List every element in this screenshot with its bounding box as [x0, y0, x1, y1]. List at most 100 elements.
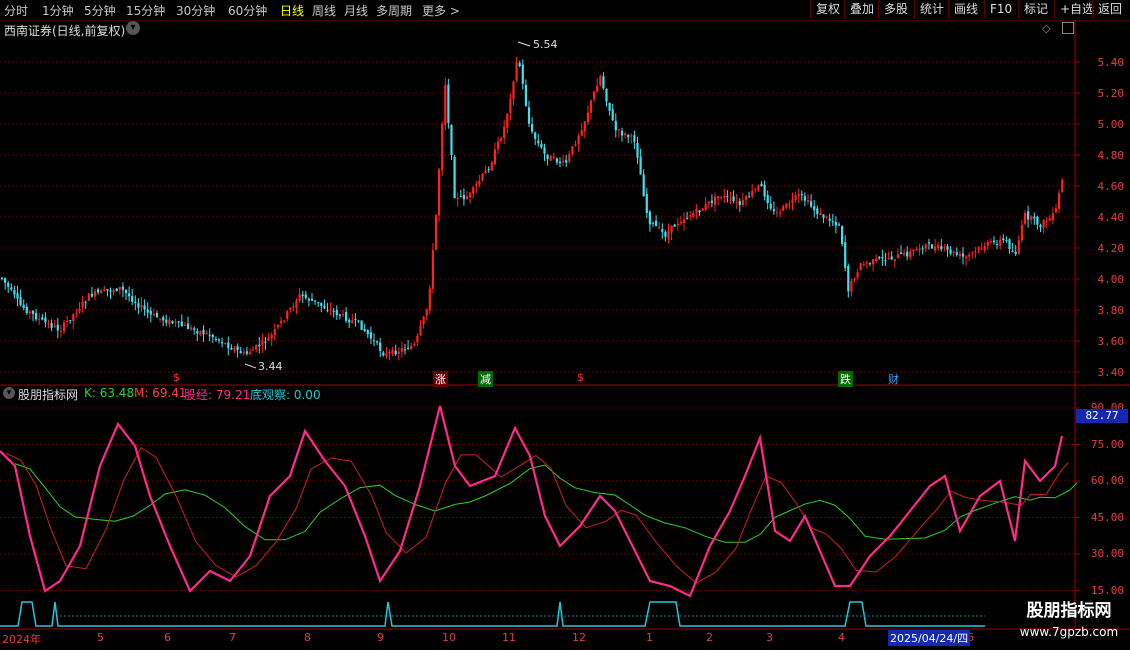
chevron-down-icon[interactable]: ▾ — [3, 387, 15, 399]
candle-body — [738, 201, 741, 206]
candle-body — [59, 331, 62, 333]
candle-body — [896, 254, 899, 258]
candlestick-chart[interactable] — [0, 20, 1130, 386]
candle-body — [115, 288, 118, 292]
candle-body — [729, 197, 732, 199]
candle-body — [624, 133, 627, 136]
candle-body — [7, 283, 10, 287]
candle-body — [469, 192, 472, 198]
candle-body — [425, 309, 428, 316]
candle-body — [816, 208, 819, 215]
candle-body — [875, 258, 878, 262]
mark-button[interactable]: 标记 — [1018, 0, 1053, 19]
candle-body — [648, 211, 651, 225]
diamond-icon[interactable]: ◇ — [1042, 22, 1050, 35]
candle-body — [642, 174, 645, 197]
overlay-button[interactable]: 叠加 — [844, 0, 879, 19]
period-daily[interactable]: 日线 — [280, 2, 304, 19]
candle-body — [193, 328, 196, 330]
candle-body — [810, 201, 813, 207]
period-monthly[interactable]: 月线 — [344, 2, 368, 19]
candle-body — [438, 169, 441, 216]
candle-body — [149, 310, 152, 315]
month-label: 12 — [572, 631, 586, 644]
f10-button[interactable]: F10 — [984, 0, 1017, 19]
period-weekly[interactable]: 周线 — [312, 2, 336, 19]
candle-body — [137, 303, 140, 308]
candle-body — [512, 81, 515, 100]
candle-body — [763, 184, 766, 197]
period-30min[interactable]: 30分钟 — [176, 2, 215, 19]
maximize-icon[interactable] — [1062, 22, 1074, 34]
stats-button[interactable]: 统计 — [914, 0, 949, 19]
period-more[interactable]: 更多 > — [422, 2, 460, 19]
candle-body — [893, 259, 896, 262]
main-y-label: 4.60 — [1097, 180, 1125, 193]
candle-body — [788, 204, 791, 206]
candle-body — [825, 216, 828, 218]
candle-body — [124, 289, 128, 293]
draw-line-button[interactable]: 画线 — [948, 0, 983, 19]
multi-stock-button[interactable]: 多股 — [878, 0, 913, 19]
candle-body — [806, 200, 810, 202]
candle-body — [518, 63, 521, 67]
candle-body — [75, 313, 78, 315]
high-marker — [517, 41, 531, 47]
candle-body — [1017, 239, 1020, 254]
candle-body — [78, 309, 81, 312]
candle-body — [97, 289, 100, 293]
candle-body — [10, 287, 13, 290]
candle-body — [503, 126, 506, 138]
candle-body — [537, 140, 540, 144]
current-date-badge: 2025/04/24/四 — [888, 630, 971, 646]
candle-body — [921, 248, 924, 250]
candle-body — [506, 113, 509, 128]
period-60min[interactable]: 60分钟 — [228, 2, 267, 19]
candle-body — [221, 341, 224, 344]
candle-body — [580, 130, 583, 136]
candle-body — [155, 313, 159, 318]
candle-body — [484, 170, 487, 174]
candle-body — [1036, 216, 1039, 225]
candle-body — [245, 351, 248, 354]
candle-body — [834, 222, 837, 226]
candle-body — [348, 319, 351, 323]
candle-body — [992, 240, 996, 243]
candle-body — [72, 314, 75, 322]
period-15min[interactable]: 15分钟 — [126, 2, 165, 19]
candle-body — [971, 252, 974, 254]
candle-body — [500, 137, 503, 142]
candle-body — [106, 289, 109, 291]
candle-body — [310, 299, 314, 301]
candle-body — [574, 144, 577, 146]
candle-body — [44, 317, 47, 323]
candle-body — [236, 346, 239, 350]
period-5min[interactable]: 5分钟 — [84, 2, 116, 19]
candle-body — [571, 146, 574, 155]
signal-zhang: 涨 — [433, 371, 448, 387]
candle-body — [620, 130, 624, 136]
candle-body — [868, 263, 872, 265]
candle-body — [837, 224, 841, 226]
candle-body — [196, 331, 199, 334]
high-price-label: 5.54 — [533, 38, 558, 51]
candle-body — [924, 244, 927, 249]
period-1min[interactable]: 1分钟 — [42, 2, 74, 19]
candle-body — [1030, 216, 1033, 220]
candle-body — [853, 278, 856, 281]
candle-body — [261, 340, 264, 345]
period-fenshi[interactable]: 分时 — [4, 2, 28, 19]
candle-body — [546, 154, 549, 159]
indicator-chart[interactable] — [0, 386, 1130, 630]
candle-body — [965, 256, 968, 258]
candle-body — [177, 321, 180, 323]
fuquan-button[interactable]: 复权 — [810, 0, 845, 19]
candle-body — [208, 334, 211, 336]
back-button[interactable]: 返回 — [1092, 0, 1127, 19]
candle-body — [614, 121, 617, 131]
chevron-down-icon[interactable]: ▾ — [126, 21, 140, 35]
signal-dollar: $ — [577, 371, 584, 384]
period-multi[interactable]: 多周期 — [376, 2, 412, 19]
candle-body — [233, 348, 236, 351]
candle-body — [385, 353, 388, 357]
